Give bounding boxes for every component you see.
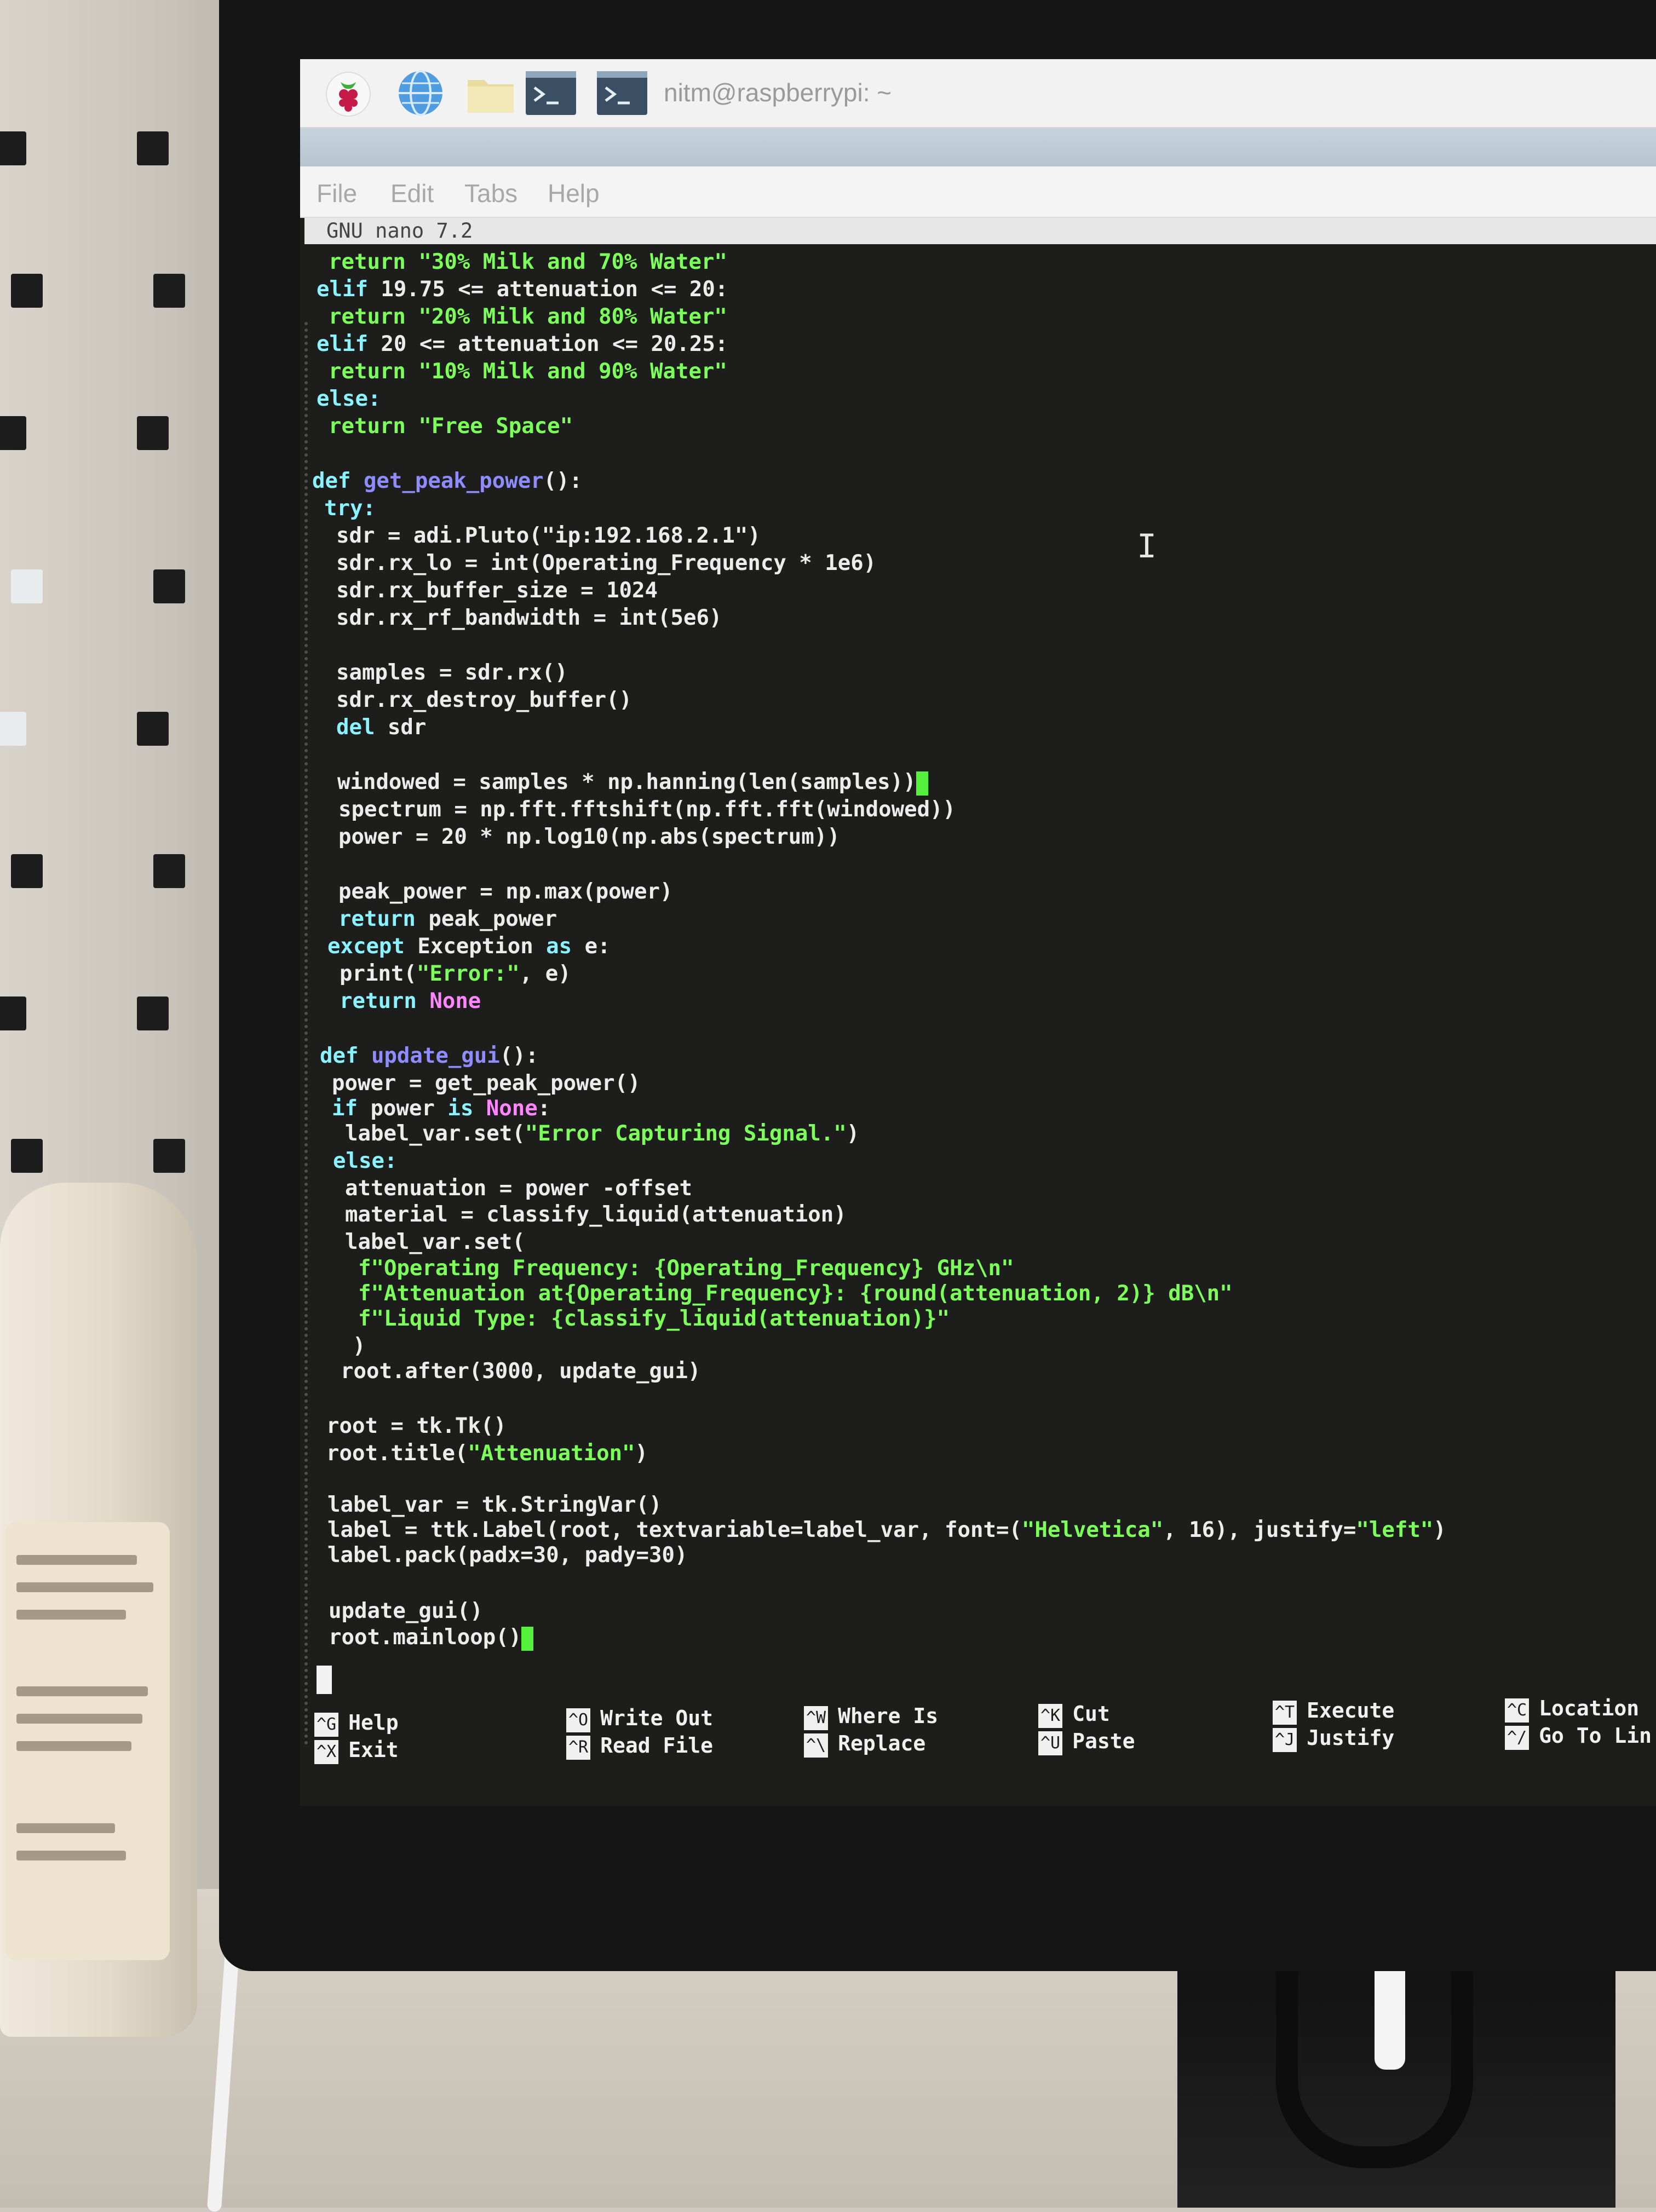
terminal-block-cursor — [317, 1666, 332, 1694]
terminal-icon[interactable] — [525, 68, 577, 118]
pegboard-hole — [137, 131, 169, 165]
code-line: label_var.set( — [345, 1230, 525, 1254]
shortcut-write-out[interactable]: ^O Write Out — [566, 1706, 713, 1732]
code-line: update_gui() — [329, 1599, 483, 1623]
code-line: label_var = tk.StringVar() — [327, 1493, 662, 1517]
pegboard-hole — [0, 131, 26, 165]
shortcut-justify[interactable]: ^J Justify — [1273, 1726, 1394, 1752]
raspberry-icon[interactable] — [322, 68, 375, 118]
menu-bar: File Edit Tabs Help — [300, 166, 1656, 218]
code-line: except Exception as e: — [327, 934, 611, 959]
window-title-bar[interactable] — [300, 128, 1656, 166]
code-line: return "20% Milk and 80% Water" — [329, 304, 727, 329]
code-line: f"Operating Frequency: {Operating_Freque… — [358, 1256, 1014, 1281]
menu-tabs[interactable]: Tabs — [464, 178, 518, 208]
edit-cursor — [916, 771, 928, 796]
code-line: spectrum = np.fft.fftshift(np.fft.fft(wi… — [338, 797, 956, 822]
shortcut-where-is[interactable]: ^W Where Is — [804, 1704, 938, 1730]
code-line: sdr.rx_buffer_size = 1024 — [336, 578, 658, 603]
code-line: def update_gui(): — [320, 1044, 539, 1068]
taskbar: nitm@raspberrypi: ~ — [300, 59, 1656, 128]
code-line: root.mainloop() — [329, 1624, 534, 1651]
code-line: f"Liquid Type: {classify_liquid(attenuat… — [358, 1306, 950, 1331]
code-line: sdr.rx_lo = int(Operating_Frequency * 1e… — [336, 551, 877, 575]
pegboard-hole — [0, 712, 26, 746]
code-line: return "10% Milk and 90% Water" — [329, 359, 727, 384]
pegboard-hole — [137, 712, 169, 746]
pegboard-hole — [11, 854, 43, 888]
pegboard-hole — [11, 1139, 43, 1173]
shortcut-help[interactable]: ^G Help — [314, 1710, 399, 1737]
shortcut-cut[interactable]: ^K Cut — [1038, 1702, 1110, 1728]
pegboard-hole — [11, 274, 43, 308]
menu-help[interactable]: Help — [548, 178, 600, 208]
shortcut-go-to-line[interactable]: ^/Go To Lin — [1505, 1724, 1652, 1750]
code-line: sdr.rx_destroy_buffer() — [336, 688, 633, 712]
taskbar-terminal-window[interactable]: nitm@raspberrypi: ~ — [596, 67, 924, 119]
mouse-ibeam-cursor-icon: I — [1137, 527, 1157, 566]
code-line: print("Error:", e) — [340, 961, 571, 986]
terminal-icon — [596, 68, 648, 118]
code-line: material = classify_liquid(attenuation) — [345, 1202, 847, 1227]
code-line: return None — [340, 989, 481, 1013]
globe-icon[interactable] — [394, 68, 447, 118]
code-line: def get_peak_power(): — [312, 469, 583, 493]
pegboard-hole — [153, 1139, 185, 1173]
code-line: del sdr — [336, 715, 427, 740]
menu-edit[interactable]: Edit — [390, 178, 434, 208]
bottle-label — [5, 1522, 170, 1960]
code-line: peak_power = np.max(power) — [338, 879, 673, 904]
code-line: elif 19.75 <= attenuation <= 20: — [317, 277, 728, 302]
nano-version: GNU nano 7.2 — [326, 219, 473, 243]
code-line: else: — [333, 1149, 398, 1173]
code-line: label_var.set("Error Capturing Signal.") — [345, 1121, 860, 1146]
code-line: return peak_power — [338, 907, 557, 931]
shortcut-execute[interactable]: ^T Execute — [1273, 1698, 1394, 1725]
nano-shortcut-bar: ^G Help ^X Exit ^O Write Out ^R Read File ^W… — [300, 1696, 1656, 1806]
shortcut-read-file[interactable]: ^R Read File — [566, 1733, 713, 1760]
pegboard-hole — [153, 854, 185, 888]
code-line: f"Attenuation at{Operating_Frequency}: {… — [358, 1281, 1233, 1306]
pegboard-hole — [11, 569, 43, 603]
pegboard-hole — [137, 416, 169, 450]
folder-icon[interactable] — [464, 68, 517, 118]
menu-file[interactable]: File — [317, 178, 357, 208]
pegboard-hole — [153, 274, 185, 308]
shortcut-location[interactable]: ^C Location — [1505, 1696, 1639, 1723]
code-line: elif 20 <= attenuation <= 20.25: — [317, 332, 728, 356]
code-line: sdr.rx_rf_bandwidth = int(5e6) — [336, 606, 722, 630]
code-line: label = ttk.Label(root, textvariable=lab… — [327, 1518, 1446, 1542]
code-line: samples = sdr.rx() — [336, 660, 568, 685]
shortcut-paste[interactable]: ^U Paste — [1038, 1729, 1135, 1755]
code-line: windowed = samples * np.hanning(len(samp… — [337, 769, 928, 796]
code-line: return "30% Milk and 70% Water" — [329, 250, 727, 274]
code-line: root.title("Attenuation") — [326, 1441, 648, 1466]
code-line: return "Free Space" — [329, 414, 573, 439]
code-line: if power is None: — [332, 1096, 551, 1121]
code-area[interactable]: return "30% Milk and 70% Water" elif 19.… — [300, 249, 1656, 1694]
code-line: power = get_peak_power() — [332, 1071, 641, 1096]
pegboard-hole — [153, 569, 185, 603]
pegboard-hole — [0, 996, 26, 1030]
code-line: else: — [317, 387, 381, 411]
edit-cursor — [521, 1626, 534, 1651]
taskbar-window-title: nitm@raspberrypi: ~ — [664, 78, 892, 107]
code-line: try: — [324, 496, 376, 521]
code-line: attenuation = power -offset — [345, 1176, 692, 1201]
nano-title-bar: GNU nano 7.2 — [304, 218, 1656, 244]
code-line: sdr = adi.Pluto("ip:192.168.2.1") — [336, 523, 761, 548]
code-line: root = tk.Tk() — [326, 1414, 507, 1438]
code-line: root.after(3000, update_gui) — [341, 1359, 701, 1384]
screen: nitm@raspberrypi: ~ File Edit Tabs Help … — [300, 59, 1656, 1806]
code-line: power = 20 * np.log10(np.abs(spectrum)) — [338, 825, 840, 849]
pegboard-hole — [0, 416, 26, 450]
shortcut-replace[interactable]: ^\ Replace — [804, 1731, 925, 1758]
pegboard-hole — [137, 996, 169, 1030]
code-line: label.pack(padx=30, pady=30) — [327, 1543, 688, 1568]
code-line: ) — [353, 1334, 366, 1358]
shortcut-exit[interactable]: ^X Exit — [314, 1738, 399, 1764]
